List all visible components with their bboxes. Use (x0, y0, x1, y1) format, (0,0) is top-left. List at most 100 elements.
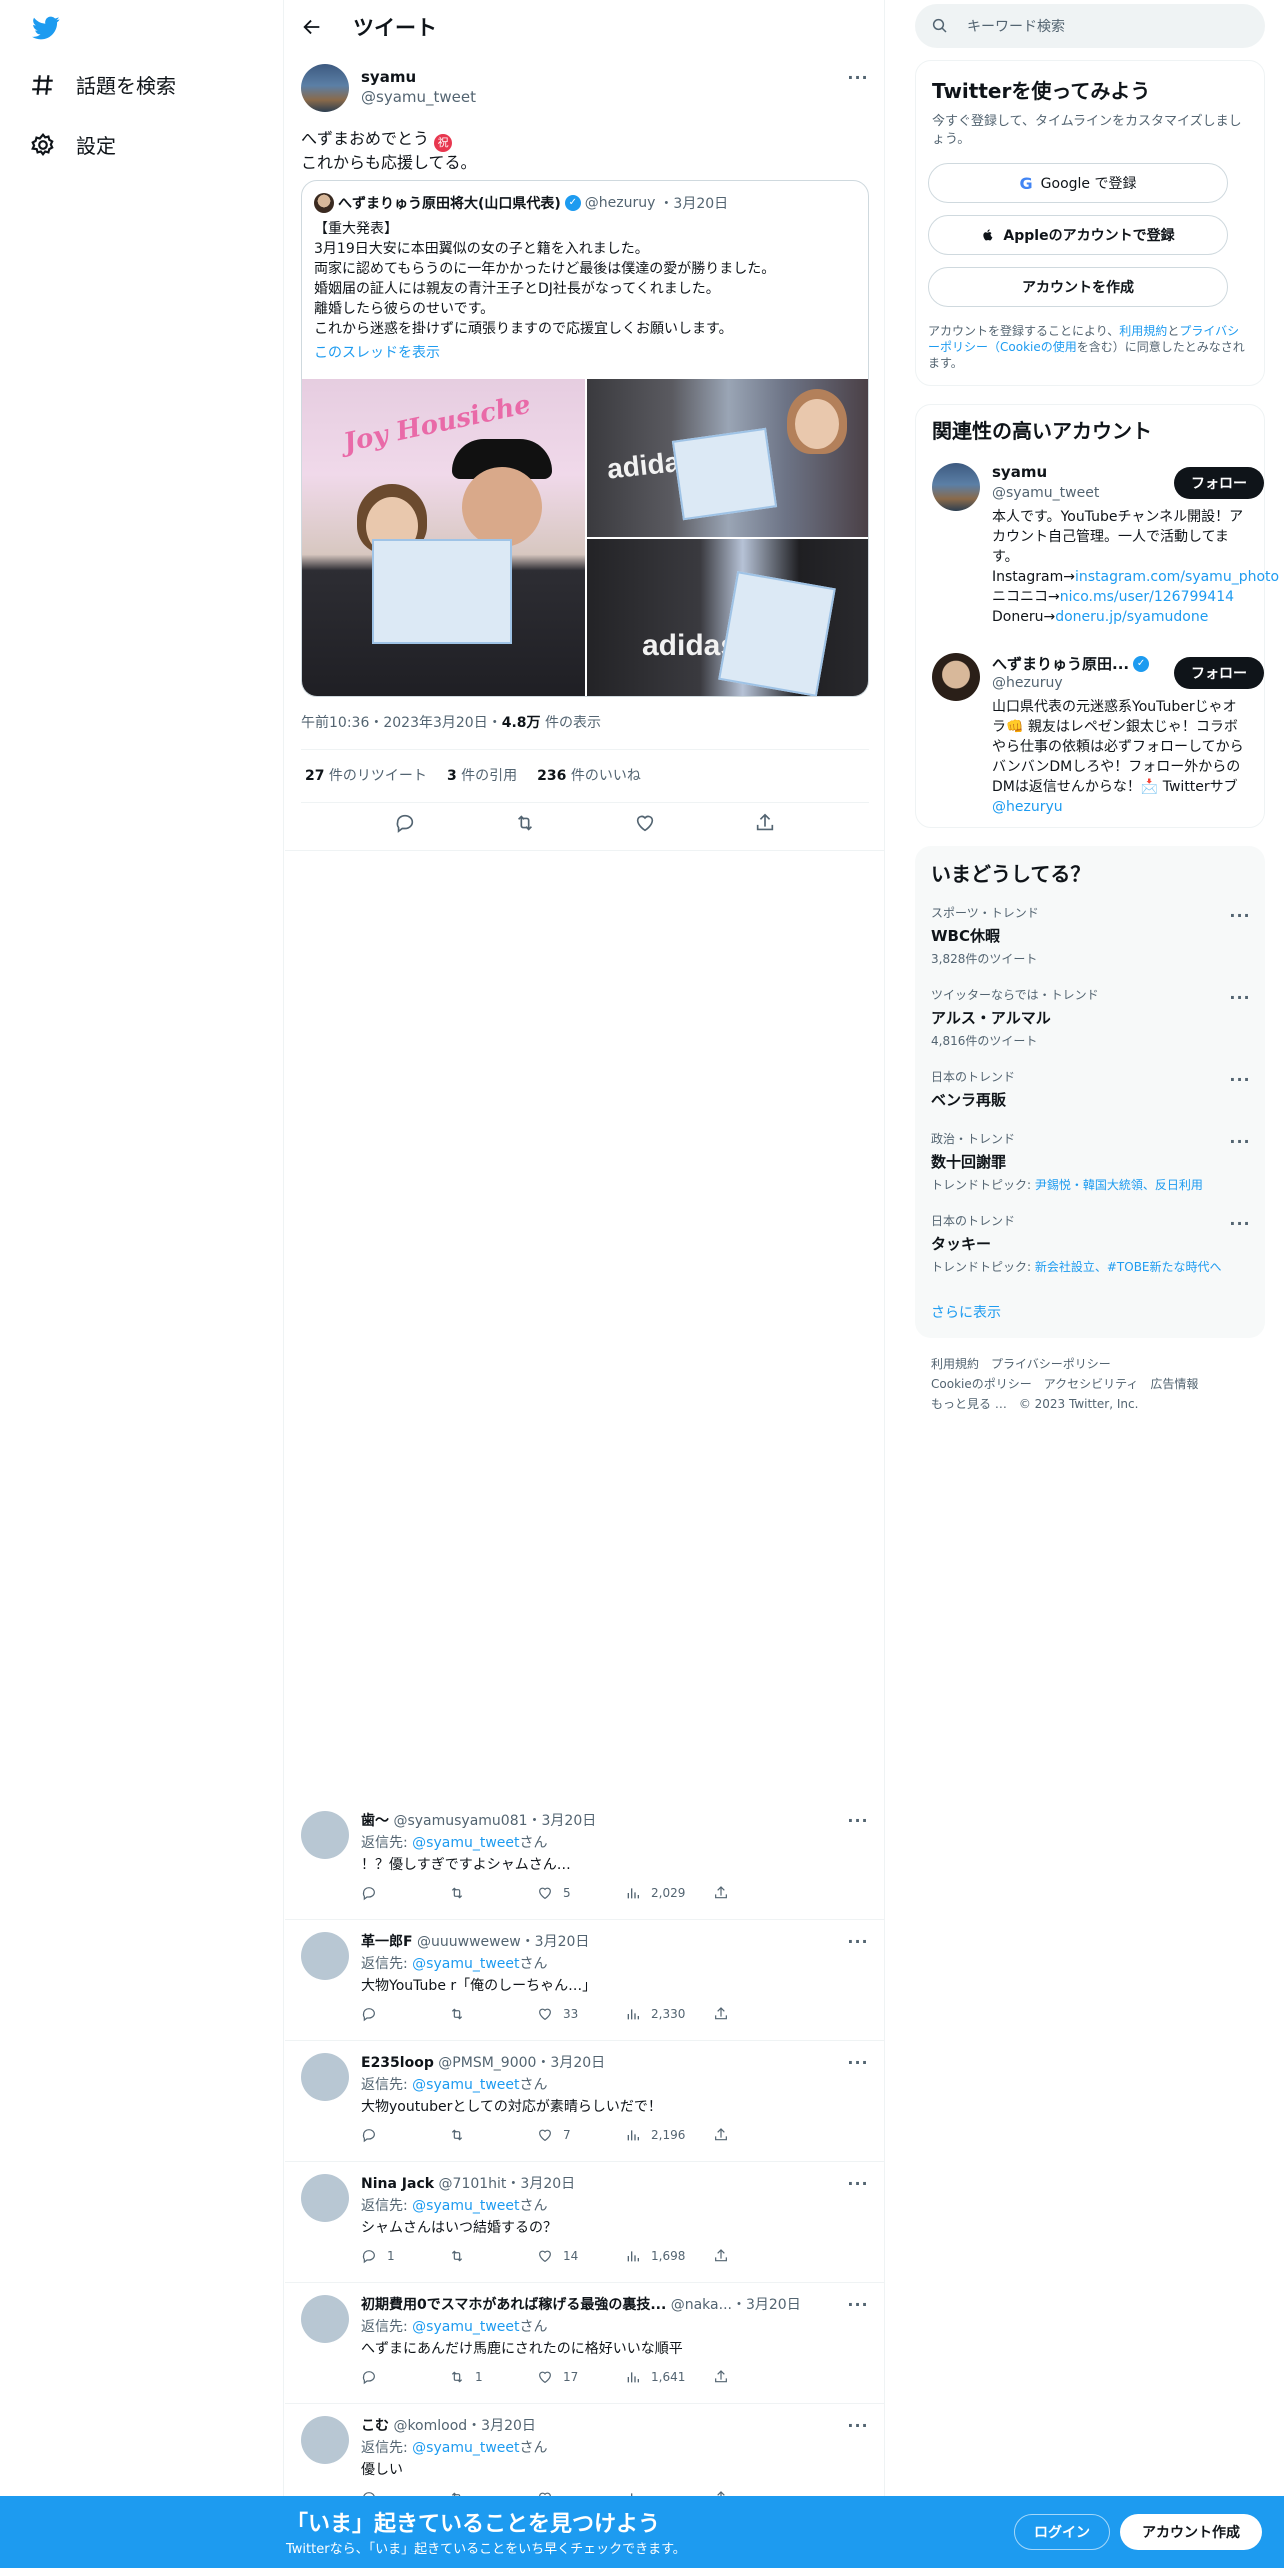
reply-author-handle[interactable]: @syamusyamu081 (393, 1813, 527, 1829)
account-avatar[interactable] (932, 653, 980, 701)
more-options-icon[interactable]: ··· (1229, 1068, 1251, 1090)
reply-author-name[interactable]: Nina Jack (361, 2176, 434, 2192)
signup-button[interactable]: アカウント作成 (1120, 2514, 1262, 2550)
reply-share-action[interactable] (713, 2127, 801, 2143)
terms-link[interactable]: 利用規約 (1119, 324, 1167, 338)
reply-views-action[interactable]: 2,330 (625, 2006, 713, 2022)
reply-to-link[interactable]: @syamu_tweet (412, 2440, 519, 2456)
reply-views-action[interactable]: 2,196 (625, 2127, 713, 2143)
reply-tweet[interactable]: 歯〜 @syamusyamu081・3月20日 ··· 返信先: @syamu_… (285, 1799, 885, 1920)
reply-tweet[interactable]: Nina Jack @7101hit・3月20日 ··· 返信先: @syamu… (285, 2162, 885, 2283)
more-options-icon[interactable]: ··· (1229, 986, 1251, 1008)
trend-item[interactable]: ツイッターならでは・トレンド アルス・アルマル 4,816件のツイート ··· (931, 986, 1251, 1049)
reply-share-action[interactable] (713, 1885, 801, 1901)
reply-author-handle[interactable]: @uuuwwewew (417, 1934, 521, 1950)
account-name[interactable]: syamu (992, 463, 1047, 481)
account-name-row[interactable]: へずまりゅう原田... ✓ (992, 653, 1150, 674)
reply-author-handle[interactable]: @naka... (671, 2297, 732, 2313)
reply-avatar[interactable] (301, 1811, 349, 1859)
reply-retweet-action[interactable] (449, 2248, 537, 2264)
reply-views-action[interactable]: 1,641 (625, 2369, 713, 2385)
trend-item[interactable]: スポーツ・トレンド WBC休暇 3,828件のツイート ··· (931, 904, 1251, 967)
reply-author-name[interactable]: 初期費用0でスマホがあれば稼げる最強の裏技... (361, 2297, 666, 2313)
show-more-link[interactable]: さらに表示 (931, 1302, 1001, 1322)
reply-tweet[interactable]: 初期費用0でスマホがあれば稼げる最強の裏技... @naka...・3月20日 … (285, 2283, 885, 2404)
reply-date[interactable]: ・3月20日 (506, 2176, 575, 2192)
reply-reply-action[interactable] (361, 1885, 449, 1901)
reply-author-handle[interactable]: @7101hit (439, 2176, 507, 2192)
more-options-icon[interactable]: ··· (847, 2051, 869, 2073)
reply-like-action[interactable]: 14 (537, 2248, 625, 2264)
more-options-icon[interactable]: ··· (847, 2293, 869, 2315)
trend-item[interactable]: 政治・トレンド 数十回謝罪 トレンドトピック: 尹錫悦・韓国大統領、反日利用 ··… (931, 1130, 1251, 1193)
reply-author-name[interactable]: E235loop (361, 2055, 434, 2071)
bio-link[interactable]: instagram.com/syamu_photo (1075, 569, 1279, 585)
reply-author-name[interactable]: こむ (361, 2418, 389, 2434)
author-info[interactable]: syamu @syamu_tweet (361, 68, 476, 106)
trend-topics-link[interactable]: 尹錫悦・韓国大統領、反日利用 (1035, 1178, 1203, 1192)
share-icon[interactable] (754, 812, 776, 834)
reply-share-action[interactable] (713, 2248, 801, 2264)
author-name[interactable]: syamu (361, 68, 476, 86)
reply-avatar[interactable] (301, 1932, 349, 1980)
reply-to-link[interactable]: @syamu_tweet (412, 1835, 519, 1851)
quotes-stat[interactable]: 3 件の引用 (447, 765, 517, 785)
reply-tweet[interactable]: E235loop @PMSM_9000・3月20日 ··· 返信先: @syam… (285, 2041, 885, 2162)
more-options-icon[interactable]: ··· (847, 2172, 869, 2194)
reply-avatar[interactable] (301, 2174, 349, 2222)
reply-reply-action[interactable] (361, 2127, 449, 2143)
photo-3[interactable]: adidas (587, 539, 868, 696)
reply-views-action[interactable]: 1,698 (625, 2248, 713, 2264)
trend-item[interactable]: 日本のトレンド ベンラ再販 ··· (931, 1068, 1251, 1110)
follow-button[interactable]: フォロー (1174, 467, 1264, 499)
related-account[interactable]: へずまりゅう原田... ✓ @hezuruy フォロー 山口県代表の元迷惑系You… (932, 653, 1264, 823)
reply-icon[interactable] (394, 812, 416, 834)
reply-date[interactable]: ・3月20日 (521, 1934, 590, 1950)
show-thread-link[interactable]: このスレッドを表示 (314, 342, 440, 362)
reply-like-action[interactable]: 5 (537, 1885, 625, 1901)
like-heart-icon[interactable] (634, 812, 656, 834)
reply-retweet-action[interactable] (449, 1885, 537, 1901)
bio-link[interactable]: doneru.jp/syamudone (1055, 609, 1208, 625)
reply-to-link[interactable]: @syamu_tweet (412, 2077, 519, 2093)
reply-reply-action[interactable]: 1 (361, 2248, 449, 2264)
reply-to-link[interactable]: @syamu_tweet (412, 2319, 519, 2335)
search-bar[interactable]: キーワード検索 (915, 4, 1265, 48)
more-options-icon[interactable]: ··· (1229, 1130, 1251, 1152)
reply-date[interactable]: ・3月20日 (732, 2297, 801, 2313)
bio-link[interactable]: nico.ms/user/126799414 (1060, 589, 1234, 605)
reply-avatar[interactable] (301, 2053, 349, 2101)
back-arrow-icon[interactable] (301, 16, 323, 38)
login-button[interactable]: ログイン (1014, 2514, 1110, 2550)
apple-signup-button[interactable]: Appleのアカウントで登録 (928, 215, 1228, 255)
reply-date[interactable]: ・3月20日 (528, 1813, 597, 1829)
reply-retweet-action[interactable]: 1 (449, 2369, 537, 2385)
reply-share-action[interactable] (713, 2369, 801, 2385)
reply-views-action[interactable]: 2,029 (625, 1885, 713, 1901)
more-options-icon[interactable]: ··· (847, 1809, 869, 1831)
quoted-tweet[interactable]: へずまりゅう原田将大(山口県代表) ✓ @hezuruy ・3月20日 【重大発… (301, 180, 869, 697)
photo-1[interactable]: Joy Housiche (302, 379, 585, 696)
more-options-icon[interactable]: ··· (1229, 1212, 1251, 1234)
reply-retweet-action[interactable] (449, 2127, 537, 2143)
twitter-logo-icon[interactable] (30, 14, 62, 42)
account-avatar[interactable] (932, 463, 980, 511)
reply-share-action[interactable] (713, 2006, 801, 2022)
footer-line[interactable]: 利用規約 プライバシーポリシー (931, 1354, 1261, 1374)
follow-button[interactable]: フォロー (1174, 657, 1264, 689)
reply-author-handle[interactable]: @PMSM_9000 (438, 2055, 536, 2071)
reply-to-link[interactable]: @syamu_tweet (412, 1956, 519, 1972)
reply-like-action[interactable]: 17 (537, 2369, 625, 2385)
reply-avatar[interactable] (301, 2416, 349, 2464)
footer-line[interactable]: Cookieのポリシー アクセシビリティ 広告情報 (931, 1374, 1261, 1394)
related-account[interactable]: syamu @syamu_tweet フォロー 本人です。YouTubeチャンネ… (932, 463, 1279, 625)
reply-author-name[interactable]: 革一郎F (361, 1934, 413, 1950)
more-options-icon[interactable]: ··· (847, 66, 869, 88)
reply-like-action[interactable]: 7 (537, 2127, 625, 2143)
reply-like-action[interactable]: 33 (537, 2006, 625, 2022)
trend-item[interactable]: 日本のトレンド タッキー トレンドトピック: 新会社設立、#TOBE新たな時代へ … (931, 1212, 1251, 1275)
more-options-icon[interactable]: ··· (1229, 904, 1251, 926)
footer-line[interactable]: もっと見る … © 2023 Twitter, Inc. (931, 1394, 1261, 1414)
reply-author-handle[interactable]: @komlood (393, 2418, 467, 2434)
nav-settings[interactable]: 設定 (30, 130, 116, 159)
